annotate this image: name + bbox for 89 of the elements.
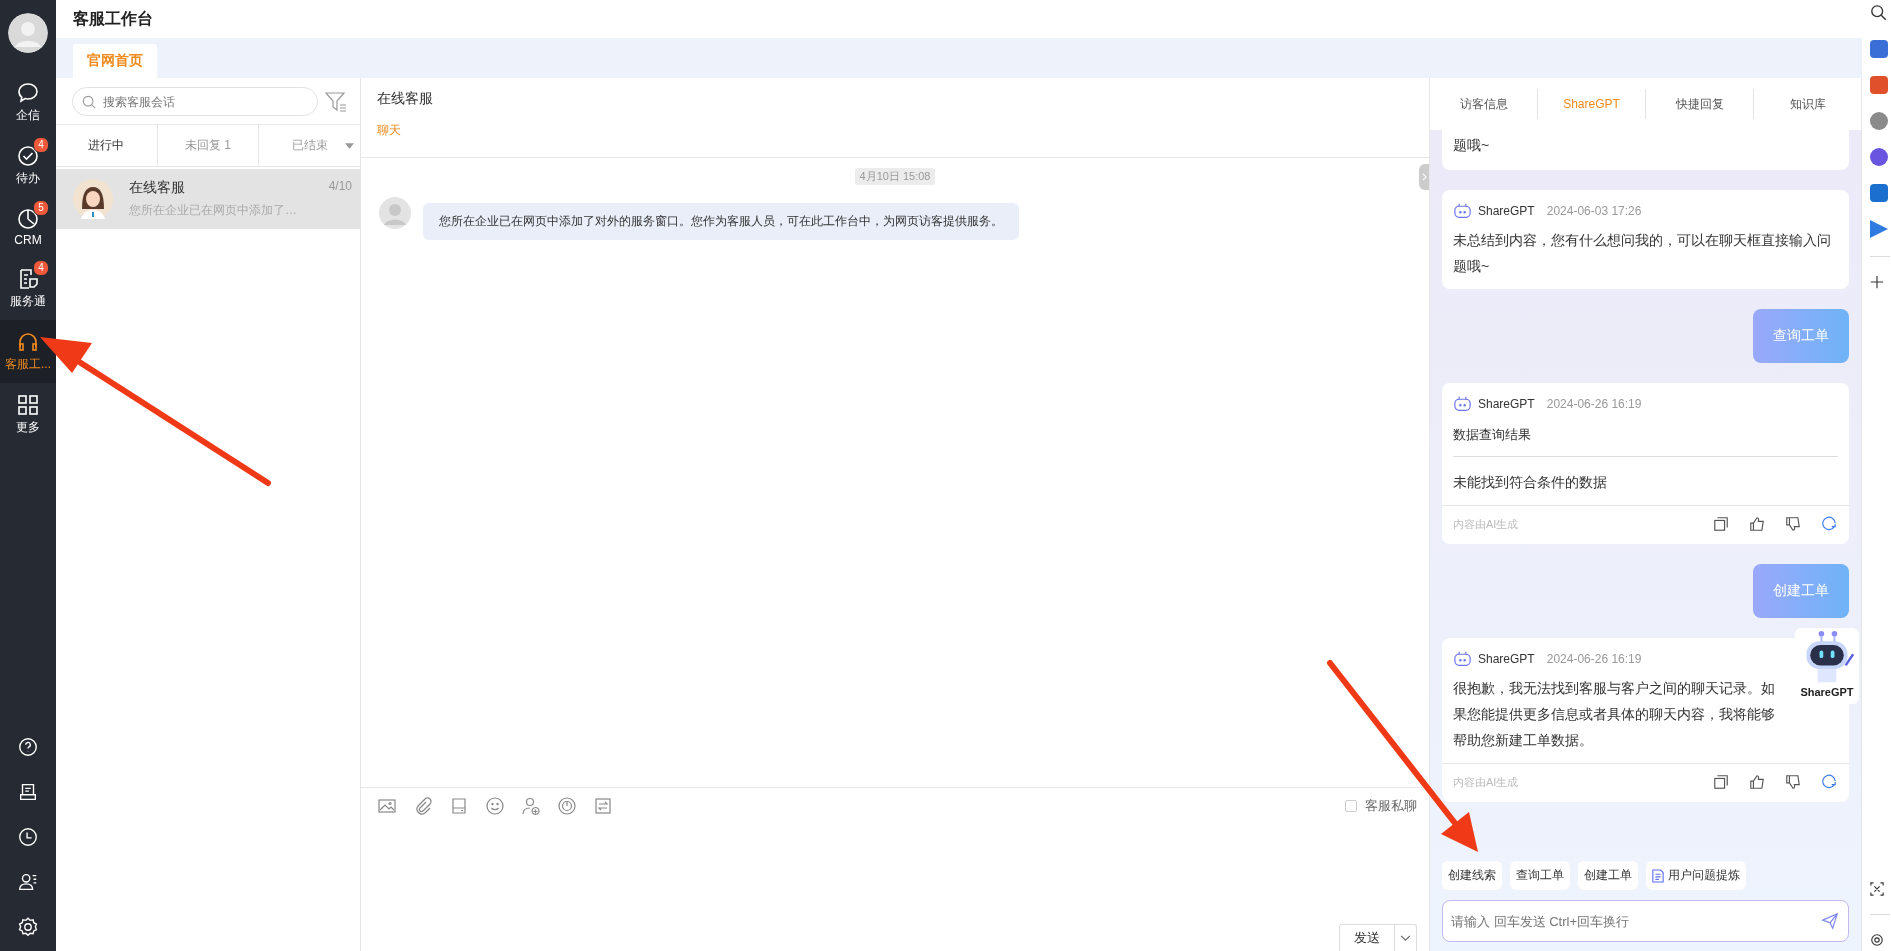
conversation-tab[interactable]: 进行中 xyxy=(56,125,158,166)
assistant-robot[interactable]: ShareGPT xyxy=(1795,628,1859,704)
user-message: 创建工单 xyxy=(1753,564,1849,618)
sender-name: ShareGPT xyxy=(1478,651,1535,666)
copy-icon[interactable] xyxy=(1713,774,1729,790)
agent-avatar-icon xyxy=(73,179,113,219)
message-bubble: 您所在企业已在网页中添加了对外的服务窗口。您作为客服人员，可在此工作台中，为网页访客提供服务。 xyxy=(423,203,1019,240)
chat-title: 在线客服 xyxy=(377,90,434,108)
swap-icon[interactable] xyxy=(593,796,613,816)
message-text: 未总结到内容，您有什么想问我的，可以在聊天框直接输入问题哦~ xyxy=(1453,231,1832,276)
app-icon[interactable] xyxy=(1870,148,1888,166)
check-circle-icon xyxy=(16,144,40,168)
document-icon[interactable] xyxy=(17,781,39,803)
message-time: 4/10 xyxy=(328,179,352,195)
sender-name: ShareGPT xyxy=(1478,396,1535,411)
quick-action-chip[interactable]: 创建工单 xyxy=(1578,861,1638,890)
sidebar-item[interactable]: 企信 xyxy=(0,71,56,134)
image-icon[interactable] xyxy=(377,796,397,816)
app-icon[interactable] xyxy=(1870,40,1888,58)
screenshot-icon[interactable] xyxy=(1870,882,1884,896)
sidebar-item[interactable]: 4 服务通 xyxy=(0,257,56,320)
sidebar-item[interactable]: 客服工... xyxy=(0,320,56,383)
quick-action-chip[interactable]: 用户问题提炼 xyxy=(1646,861,1746,890)
robot-icon xyxy=(1453,650,1472,667)
caret-icon[interactable] xyxy=(345,143,354,149)
sidebar-item[interactable]: 4 待办 xyxy=(0,134,56,197)
private-chat-checkbox[interactable]: 客服私聊 xyxy=(1345,797,1417,815)
help-icon[interactable] xyxy=(17,736,39,758)
quick-action-chip[interactable]: 查询工单 xyxy=(1510,861,1570,890)
robot-icon xyxy=(1453,202,1472,219)
collapse-handle[interactable] xyxy=(1419,164,1429,190)
user-avatar-icon xyxy=(379,197,411,229)
message-time: 2024-06-03 17:26 xyxy=(1546,203,1642,218)
search-icon[interactable] xyxy=(1870,4,1888,22)
message-text: 很抱歉，我无法找到客服与客户之间的聊天记录。如果您能提供更多信息或者具体的聊天内容，我将能够帮助您新建工单数据。 xyxy=(1453,679,1776,750)
quick-action-chip[interactable]: 创建线索 xyxy=(1442,861,1502,890)
app-title: 客服工作台 xyxy=(73,8,153,29)
grid-icon xyxy=(16,393,40,417)
thumbs-down-icon[interactable] xyxy=(1785,516,1801,532)
copy-icon[interactable] xyxy=(1713,516,1729,532)
message-text: 未能找到符合条件的数据 xyxy=(1453,473,1608,492)
app-icon[interactable] xyxy=(1870,220,1888,238)
ai-note: 内容由AI生成 xyxy=(1453,774,1519,790)
refresh-icon[interactable] xyxy=(1821,774,1837,790)
checkbox[interactable] xyxy=(1345,800,1357,812)
app-icon[interactable] xyxy=(1870,112,1888,130)
search-icon xyxy=(82,95,96,109)
send-icon[interactable] xyxy=(1821,912,1839,930)
panel-tab[interactable]: 知识库 xyxy=(1754,89,1861,119)
count-badge: 4 xyxy=(33,260,49,276)
clock-icon[interactable] xyxy=(17,826,39,848)
user-message: 查询工单 xyxy=(1753,309,1849,363)
add-user-icon[interactable] xyxy=(521,796,541,816)
search-field[interactable]: 搜索客服会话 xyxy=(72,87,318,116)
count-badge: 5 xyxy=(33,200,49,216)
message-text: 题哦~ xyxy=(1453,136,1491,155)
sender-name: ShareGPT xyxy=(1478,203,1535,218)
plus-icon[interactable] xyxy=(1870,275,1884,289)
count-badge: 4 xyxy=(33,137,49,153)
app-icon[interactable] xyxy=(1870,184,1888,202)
pie-chart-icon xyxy=(16,207,40,231)
attachment-icon[interactable] xyxy=(413,796,433,816)
user-avatar[interactable] xyxy=(8,13,48,53)
power-icon[interactable] xyxy=(557,796,577,816)
chat-bubble-icon xyxy=(16,81,40,105)
thumbs-up-icon[interactable] xyxy=(1749,516,1765,532)
refresh-icon[interactable] xyxy=(1821,516,1837,532)
message-time: 2024-06-26 16:19 xyxy=(1546,651,1642,666)
panel-tab[interactable]: 访客信息 xyxy=(1430,89,1538,119)
robot-icon xyxy=(1453,395,1472,412)
drive-icon[interactable] xyxy=(449,796,469,816)
thumbs-up-icon[interactable] xyxy=(1749,774,1765,790)
sidebar-item[interactable]: 5 CRM xyxy=(0,197,56,257)
result-title: 数据查询结果 xyxy=(1453,426,1532,444)
emoji-icon[interactable] xyxy=(485,796,505,816)
thumbs-down-icon[interactable] xyxy=(1785,774,1801,790)
headset-icon xyxy=(16,330,40,354)
sidebar-item[interactable]: 更多 xyxy=(0,383,56,446)
date-chip: 4月10日 15:08 xyxy=(854,168,936,185)
contacts-icon[interactable] xyxy=(17,871,39,893)
message-time: 2024-06-26 16:19 xyxy=(1546,396,1642,411)
ai-note: 内容由AI生成 xyxy=(1453,516,1519,532)
app-icon[interactable] xyxy=(1870,76,1888,94)
settings-icon[interactable] xyxy=(1870,933,1884,947)
message-input[interactable]: 请输入 回车发送 Ctrl+回车换行 xyxy=(1442,900,1849,942)
filter-icon[interactable] xyxy=(324,89,348,114)
panel-tab[interactable]: 快捷回复 xyxy=(1646,89,1754,119)
document-icon xyxy=(1652,868,1664,883)
contact-name: 在线客服 xyxy=(129,179,185,197)
